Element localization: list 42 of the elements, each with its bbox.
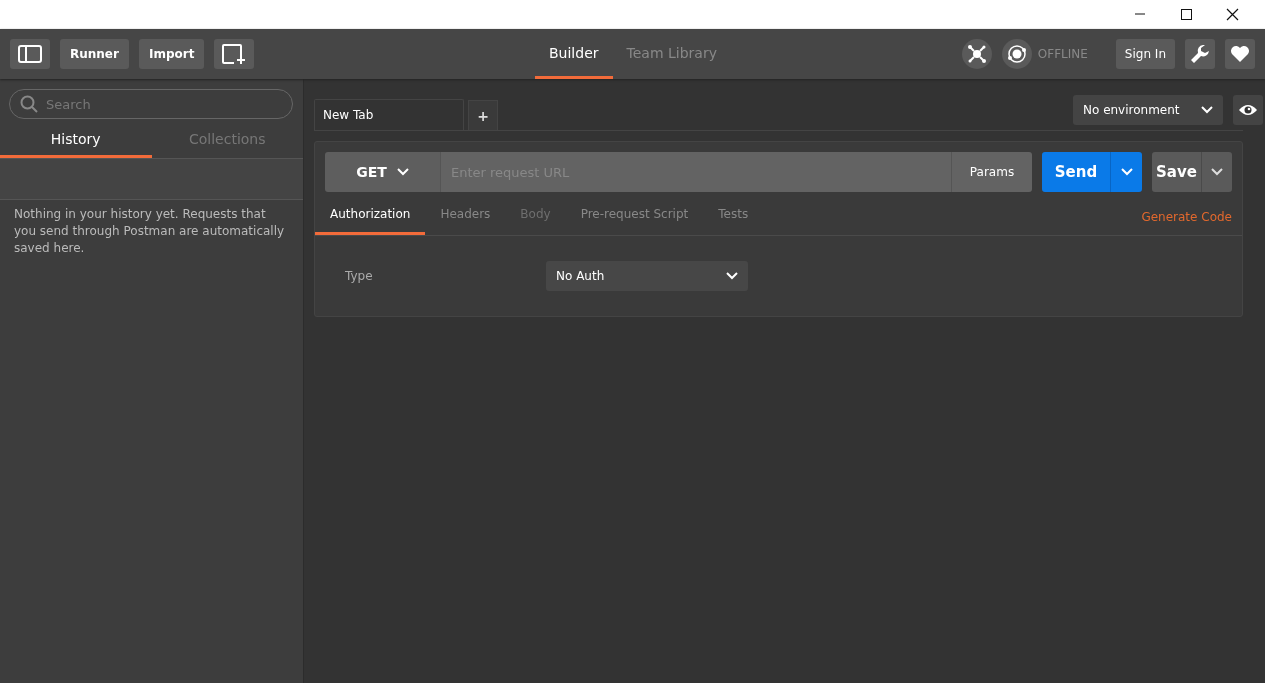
environment-dropdown[interactable]: No environment	[1073, 94, 1223, 125]
settings-button[interactable]	[1185, 39, 1215, 69]
sign-in-button[interactable]: Sign In	[1115, 39, 1175, 69]
heart-icon	[1230, 45, 1250, 63]
generate-code-link[interactable]: Generate Code	[1141, 209, 1232, 224]
satellite-icon	[966, 44, 987, 64]
request-option-tab[interactable]: Authorization	[315, 195, 426, 235]
maximize-icon	[1178, 8, 1194, 21]
search-field[interactable]: Search	[9, 89, 293, 119]
new-window-button[interactable]	[214, 39, 255, 69]
method-dropdown[interactable]: GET	[325, 152, 441, 192]
save-options-button[interactable]	[1202, 152, 1232, 192]
send-button[interactable]: Send	[1042, 152, 1111, 192]
new-window-icon	[222, 44, 247, 64]
eye-icon	[1238, 102, 1258, 117]
auth-type-dropdown[interactable]: No Auth	[546, 261, 748, 291]
nav-tab[interactable]: Builder	[535, 29, 613, 79]
send-options-button[interactable]	[1111, 152, 1142, 192]
close-icon	[1224, 8, 1240, 21]
sidebar-toggle-button[interactable]	[10, 39, 50, 69]
params-button[interactable]: Params	[951, 152, 1032, 192]
chevron-down-icon	[396, 168, 409, 176]
favorite-button[interactable]	[1225, 39, 1255, 69]
sync-icon	[1005, 43, 1028, 65]
interceptor-button[interactable]	[961, 39, 992, 69]
sidebar-icon	[18, 45, 42, 63]
chevron-down-icon	[1211, 168, 1223, 176]
search-icon	[20, 95, 38, 113]
sync-button[interactable]	[1001, 39, 1032, 69]
add-tab-button[interactable]: +	[468, 100, 498, 130]
save-button[interactable]: Save	[1152, 152, 1202, 192]
runner-button[interactable]: Runner	[60, 39, 129, 69]
empty-history-message: Nothing in your history yet. Requests that you send through Postman are automatically saved here.	[14, 206, 286, 257]
chevron-down-icon	[1120, 168, 1133, 176]
environment-quick-look-button[interactable]	[1233, 94, 1263, 125]
chevron-down-icon	[726, 272, 738, 280]
import-button[interactable]: Import	[138, 39, 205, 69]
request-tab[interactable]: New Tab	[314, 99, 464, 130]
status-text: OFFLINE	[1037, 47, 1088, 61]
chevron-down-icon	[1201, 105, 1213, 114]
wrench-icon	[1190, 44, 1210, 64]
auth-type-label: Type	[345, 269, 374, 283]
